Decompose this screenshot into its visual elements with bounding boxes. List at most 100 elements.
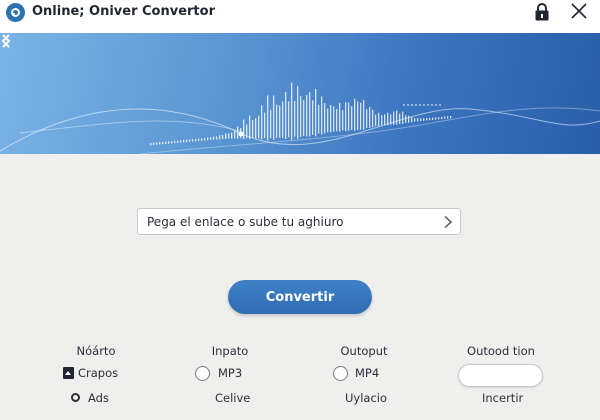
waveform-bar [450,115,452,119]
waveform-bar [354,98,356,131]
waveform-bar [378,112,380,127]
waveform-bar [345,102,347,132]
waveform-bar [255,118,257,139]
waveform-bar [276,104,278,138]
waveform-bar [249,115,251,140]
waveform-bar [204,138,206,141]
waveform-bar [333,106,335,132]
chevron-right-icon[interactable] [0,33,12,49]
waveform-graphic [0,82,600,154]
chevron-right-icon[interactable] [443,215,453,229]
waveform-bar [258,115,260,139]
waveform-dot [435,104,437,106]
waveform-dot [427,104,429,106]
waveform-bar [438,117,440,120]
waveform-bar [180,140,182,143]
close-icon[interactable] [571,3,587,19]
mp4-label: MP4 [355,366,380,380]
waveform-bar [342,110,344,131]
waveform-dot [407,104,409,106]
app-logo-icon [6,3,25,22]
waveform-bar [279,105,281,138]
waveform-bar [372,109,374,128]
ads-label: Ads [88,391,109,405]
waveform-bar [387,112,389,126]
waveform-bar [441,116,443,120]
crapos-checkbox[interactable] [63,367,74,379]
waveform-bar [237,126,239,139]
waveform-bar [285,91,287,139]
waveform-bar [444,116,446,119]
waveform-bar [414,118,416,122]
waveform-bar [246,124,248,139]
waveform-bar [294,100,296,137]
waveform-bar [174,140,176,144]
input-header: Inpato [211,344,249,358]
waveform-bar [189,139,191,142]
waveform-bar [234,130,236,139]
waveform-bar [162,141,164,145]
hero-banner [0,33,600,154]
waveform-bar [240,128,242,139]
waveform-bar [408,115,410,123]
waveform-bar [321,96,323,135]
waveform-bar [306,95,308,137]
waveform-bar [426,118,428,121]
waveform-bar [357,101,359,131]
waveform-bar [336,108,338,132]
link-input[interactable] [138,209,428,234]
waveform-bar [270,109,272,138]
waveform-bar [360,102,362,130]
waveform-bar [447,116,449,119]
waveform-bar [216,136,218,140]
destination-header: Outood tion [467,344,535,358]
lock-icon[interactable] [534,2,550,22]
mp3-label: MP3 [218,366,243,380]
waveform-bar [312,100,314,135]
waveform-bar [348,102,350,131]
incertir-label: Incertir [482,391,524,405]
waveform-bar [291,82,293,140]
mp3-radio[interactable] [195,366,210,381]
waveform-bar [252,120,254,139]
mp4-radio[interactable] [333,366,348,381]
waveform-dot [419,104,421,106]
waveform-bar [219,135,221,140]
waveform-bar [261,105,263,140]
uylacio-label: Uylacio [345,391,388,405]
waveform-bar [159,142,161,145]
waveform-bar [177,140,179,143]
waveform-bar [222,135,224,140]
waveform-bar [318,104,320,134]
link-input-box[interactable] [137,208,461,235]
waveform-bar [210,137,212,140]
ads-radio[interactable] [71,393,80,402]
waveform-bar [168,141,170,144]
waveform-bar [381,115,383,126]
waveform-dot [431,104,433,106]
waveform-bar [213,136,215,140]
destination-field[interactable] [458,364,543,387]
waveform-bar [207,137,209,141]
waveform-bar [267,95,269,141]
convert-button[interactable]: Convertir [228,280,372,314]
waveform-bar [225,133,227,139]
waveform-bar [201,138,203,141]
waveform-bar [288,101,290,138]
window-title: Online; Oniver Convertor [32,4,215,19]
waveform-bar [198,138,200,141]
waveform-bar [417,118,419,122]
waveform-bar [327,108,329,133]
waveform-bar [363,100,365,130]
crapos-label: Crapos [78,366,119,380]
waveform-bar [309,92,311,137]
waveform-dot [439,104,441,106]
waveform-bar [324,103,326,134]
title-bar: Online; Oniver Convertor [0,0,600,33]
waveform-bar [171,141,173,144]
waveform-bar [300,95,302,137]
waveform-bar [411,117,413,123]
waveform-bar [429,117,431,121]
waveform-bar [315,88,317,137]
waveform-bar [369,106,371,129]
